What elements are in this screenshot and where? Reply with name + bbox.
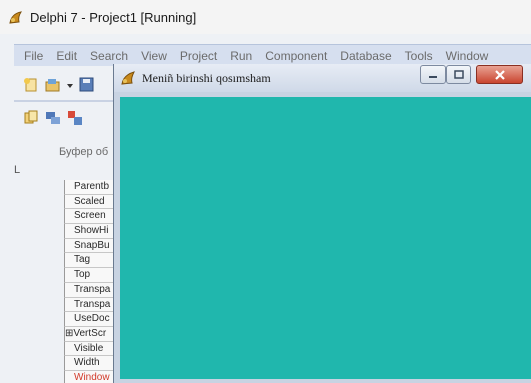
- menu-view[interactable]: View: [141, 49, 167, 63]
- ide-menu-bar: File Edit Search View Project Run Compon…: [14, 44, 531, 66]
- ide-title-bar[interactable]: Delphi 7 - Project1 [Running]: [0, 0, 531, 34]
- menu-project[interactable]: Project: [180, 49, 217, 63]
- new-items-icon[interactable]: [22, 76, 40, 94]
- view-form-icon[interactable]: [44, 109, 62, 127]
- view-unit-icon[interactable]: [22, 109, 40, 127]
- form-app-icon: [120, 70, 136, 86]
- minimize-button[interactable]: [420, 65, 446, 84]
- menu-edit[interactable]: Edit: [56, 49, 77, 63]
- menu-file[interactable]: File: [24, 49, 43, 63]
- menu-component[interactable]: Component: [265, 49, 327, 63]
- toggle-form-unit-icon[interactable]: [66, 109, 84, 127]
- toolbar-standard: [18, 72, 118, 98]
- maximize-button[interactable]: [446, 65, 471, 84]
- delphi-logo-icon: [7, 9, 24, 26]
- inspector-tab-label[interactable]: Буфер об: [59, 146, 108, 158]
- menu-run[interactable]: Run: [230, 49, 252, 63]
- menu-window[interactable]: Window: [446, 49, 489, 63]
- toolbar-view: [18, 105, 118, 131]
- menu-tools[interactable]: Tools: [405, 49, 433, 63]
- form-title: Meniñ birinshi qosımsham: [142, 70, 271, 85]
- menu-search[interactable]: Search: [90, 49, 128, 63]
- ide-title: Delphi 7 - Project1 [Running]: [30, 9, 197, 25]
- save-icon[interactable]: [78, 76, 96, 94]
- close-button[interactable]: [476, 65, 523, 84]
- menu-database[interactable]: Database: [340, 49, 391, 63]
- object-inspector: Буфер об L Parentb Scaled Screen ShowHi Snap…: [14, 140, 124, 383]
- running-form-window: Meniñ birinshi qosımsham: [113, 64, 531, 383]
- form-title-bar[interactable]: Meniñ birinshi qosımsham: [114, 64, 531, 92]
- close-icon: [494, 69, 505, 80]
- toolbar-divider: [14, 100, 114, 102]
- form-bottom-border: [114, 379, 531, 383]
- inspector-left-mark: L: [14, 164, 21, 176]
- form-client-area[interactable]: [120, 97, 531, 379]
- open-icon[interactable]: [44, 76, 62, 94]
- maximize-icon: [453, 69, 464, 79]
- minimize-icon: [429, 75, 437, 78]
- dropdown-arrow-icon[interactable]: [66, 76, 74, 94]
